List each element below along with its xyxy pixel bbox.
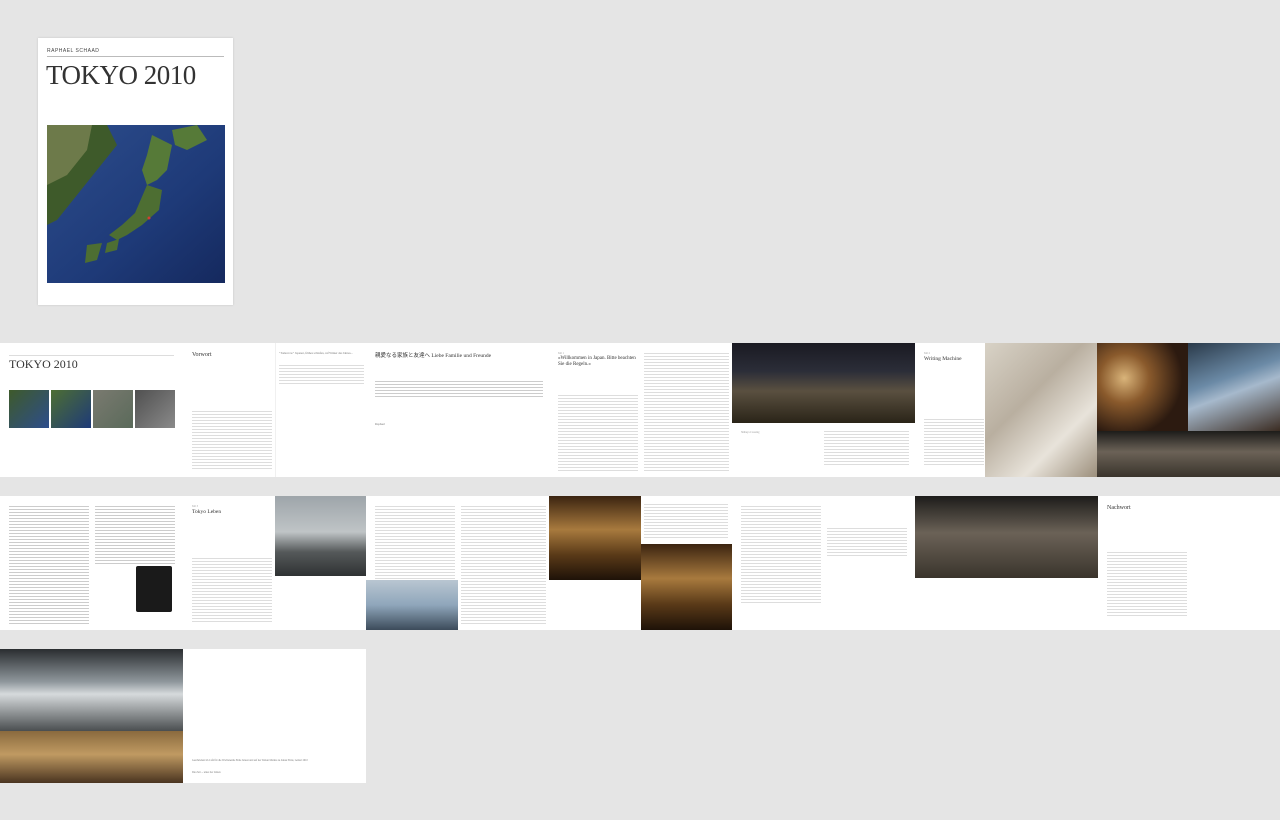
page-text[interactable] — [0, 496, 92, 630]
page-closing[interactable]: Geschrieben im Café für die Wochenende E… — [183, 649, 366, 783]
cover-page[interactable]: RAPHAEL SCHAAD TOKYO 2010 — [38, 38, 233, 305]
body-text — [1107, 550, 1187, 616]
chapter-kicker: Teil 3 — [192, 505, 198, 508]
bar-photo — [549, 496, 641, 580]
page-nachwort[interactable]: Nachwort — [1098, 496, 1280, 630]
intro-text: "Tomorrow" Japaner, frühes schlafen, ruf… — [279, 351, 353, 355]
page-vorwort[interactable]: Vorwort — [183, 343, 275, 477]
bay-photo — [366, 580, 458, 630]
whiteboard-photo — [985, 343, 1097, 477]
body-text — [827, 526, 907, 556]
page-text-device[interactable] — [92, 496, 183, 630]
closing-signoff: Die Zeit ... unter der Linien — [192, 771, 221, 774]
body-text — [9, 504, 89, 624]
chapter-heading: «Willkommen in Japan. Bitte beachten Sie… — [558, 356, 636, 367]
divider — [9, 355, 174, 356]
harbor-photo — [275, 496, 366, 576]
strip-title: TOKYO 2010 — [9, 357, 78, 371]
body-text — [644, 351, 729, 471]
page-title[interactable]: TOKYO 2010 — [0, 343, 183, 477]
map-thumbnail — [135, 390, 175, 428]
page-text[interactable]: "Tomorrow" Japaner, frühes schlafen, ruf… — [275, 343, 367, 477]
body-text — [644, 502, 728, 538]
body-text — [558, 393, 638, 471]
ipad-photo — [1188, 343, 1280, 431]
letter-heading: 親愛なる家族と友達へ Liebe Familie und Freunde — [375, 353, 492, 359]
group-photo — [1097, 431, 1280, 477]
spread-strip-2: Teil 3 Tokyo Leben Nachwort — [0, 496, 1280, 630]
chapter-heading: Tokyo Leben — [192, 509, 222, 515]
map-thumbnail — [9, 390, 49, 428]
photo-caption: Shibuya Crossing — [741, 431, 760, 434]
body-text — [375, 504, 455, 580]
satellite-map-image — [47, 125, 225, 283]
map-thumbnail — [93, 390, 133, 428]
body-text — [824, 429, 909, 467]
body-text — [924, 417, 984, 467]
portrait-photo — [641, 544, 732, 630]
body-text — [741, 504, 821, 604]
chapter-kicker: Teil 1 — [558, 352, 564, 355]
page-photo-train[interactable] — [0, 649, 183, 783]
body-text — [461, 504, 546, 624]
ipad-device-icon — [136, 566, 172, 612]
page-text-photo[interactable] — [366, 496, 458, 630]
cover-title: TOKYO 2010 — [46, 60, 196, 90]
cover-author: RAPHAEL SCHAAD — [47, 48, 100, 54]
body-text — [95, 504, 175, 564]
page-photo-harbor[interactable] — [275, 496, 366, 630]
body-text — [375, 379, 543, 399]
page-photo-bar[interactable] — [549, 496, 732, 630]
friends-photo — [915, 496, 1098, 578]
page-chapter-2[interactable]: Teil 2 Writing Machine — [915, 343, 985, 477]
body-text — [279, 363, 364, 385]
page-photo-friends[interactable] — [915, 496, 1098, 630]
market-photo — [0, 731, 183, 783]
body-text — [192, 556, 272, 622]
chapter-kicker: Teil 2 — [924, 352, 930, 355]
closing-note: Geschrieben im Café für die Wochenende E… — [192, 759, 308, 762]
page-photo-shibuya[interactable]: Shibuya Crossing — [732, 343, 915, 477]
spread-strip-3: Geschrieben im Café für die Wochenende E… — [0, 649, 1280, 783]
page-letter[interactable]: 親愛なる家族と友達へ Liebe Familie und Freunde Rap… — [366, 343, 549, 477]
shibuya-photo — [732, 343, 915, 423]
shinkansen-photo — [0, 649, 183, 731]
page-heading: Nachwort — [1107, 505, 1131, 511]
letter-signature: Raphael — [375, 422, 385, 426]
page-chapter-1[interactable]: Teil 1 «Willkommen in Japan. Bitte beach… — [549, 343, 641, 477]
map-thumbnail — [51, 390, 91, 428]
cover-divider — [47, 56, 224, 57]
chapter-heading: Writing Machine — [924, 356, 962, 362]
spread-strip-1: TOKYO 2010 Vorwort "Tomorrow" Japaner, f… — [0, 343, 1280, 477]
page-text[interactable] — [641, 343, 732, 477]
body-text — [192, 409, 272, 471]
page-chapter-3[interactable]: Teil 3 Tokyo Leben — [183, 496, 275, 630]
sushi-photo — [1097, 343, 1188, 431]
page-heading: Vorwort — [192, 352, 212, 358]
page-text[interactable] — [732, 496, 915, 630]
page-text[interactable] — [458, 496, 549, 630]
